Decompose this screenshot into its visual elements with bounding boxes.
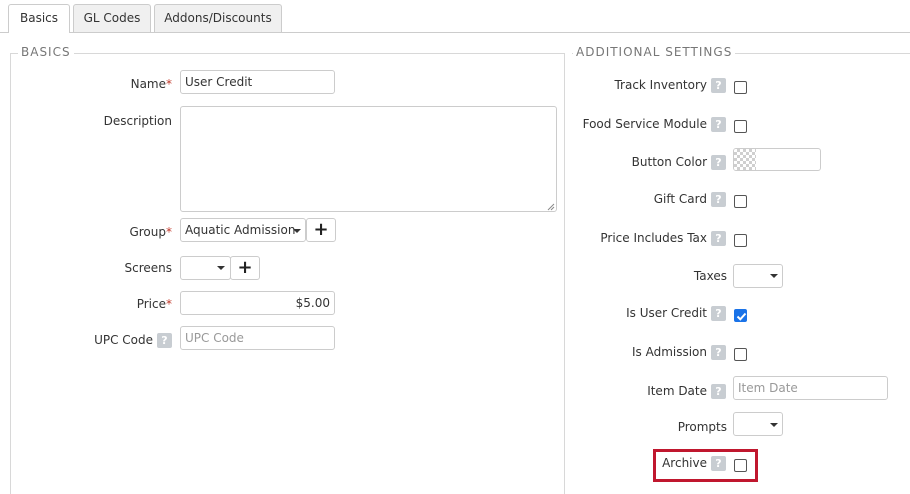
price-includes-tax-label: Price Includes Tax xyxy=(600,231,707,245)
button-color-picker[interactable] xyxy=(733,148,821,171)
is-admission-label: Is Admission xyxy=(631,345,707,359)
plus-icon: + xyxy=(313,219,329,240)
help-icon[interactable]: ? xyxy=(711,231,726,246)
group-label-text: Group xyxy=(129,225,166,239)
tab-bar: Basics GL Codes Addons/Discounts xyxy=(0,0,910,33)
is-user-credit-checkbox[interactable] xyxy=(734,309,747,322)
is-admission-checkbox[interactable] xyxy=(734,348,747,361)
is-user-credit-label: Is User Credit xyxy=(626,306,707,320)
help-icon[interactable]: ? xyxy=(711,456,726,471)
price-input[interactable]: $5.00 xyxy=(180,291,335,315)
chevron-down-icon xyxy=(770,274,778,278)
price-label-text: Price xyxy=(136,297,166,311)
help-icon[interactable]: ? xyxy=(711,155,726,170)
basics-border-right xyxy=(564,53,565,494)
add-group-button[interactable]: + xyxy=(306,218,336,242)
required-mark: * xyxy=(166,225,172,239)
name-input[interactable]: User Credit xyxy=(180,70,335,94)
name-label: Name* xyxy=(60,77,172,91)
tab-basics[interactable]: Basics xyxy=(8,4,70,33)
item-date-input[interactable]: Item Date xyxy=(733,376,888,400)
checkmark-icon xyxy=(736,312,747,321)
tab-addons-discounts[interactable]: Addons/Discounts xyxy=(154,4,282,32)
basics-border-top xyxy=(10,53,564,54)
basics-border-left xyxy=(10,53,11,494)
archive-label: Archive xyxy=(662,456,707,470)
required-mark: * xyxy=(166,297,172,311)
price-includes-tax-checkbox[interactable] xyxy=(734,234,747,247)
button-color-label: Button Color xyxy=(631,155,707,169)
color-swatch-transparent xyxy=(734,149,756,170)
add-screen-button[interactable]: + xyxy=(230,256,260,280)
food-service-module-checkbox[interactable] xyxy=(734,120,747,133)
help-icon[interactable]: ? xyxy=(711,306,726,321)
basics-legend: BASICS xyxy=(18,45,74,59)
additional-settings-legend: ADDITIONAL SETTINGS xyxy=(573,45,736,59)
help-icon[interactable]: ? xyxy=(711,192,726,207)
chevron-down-icon xyxy=(217,266,225,270)
tab-divider xyxy=(0,32,910,33)
upc-code-input[interactable]: UPC Code xyxy=(180,326,335,350)
description-label: Description xyxy=(103,114,172,128)
upc-code-label: UPC Code xyxy=(94,333,153,347)
chevron-down-icon xyxy=(293,229,301,233)
price-label: Price* xyxy=(60,297,172,311)
group-label: Group* xyxy=(60,225,172,239)
required-mark: * xyxy=(166,77,172,91)
tab-gl-codes[interactable]: GL Codes xyxy=(73,4,151,32)
plus-icon: + xyxy=(237,257,253,278)
name-label-text: Name xyxy=(130,77,166,91)
gift-card-label: Gift Card xyxy=(653,192,707,206)
help-icon[interactable]: ? xyxy=(157,333,172,348)
gift-card-checkbox[interactable] xyxy=(734,195,747,208)
item-date-label: Item Date xyxy=(647,384,707,398)
food-service-module-label: Food Service Module xyxy=(582,117,707,131)
track-inventory-checkbox[interactable] xyxy=(734,81,747,94)
group-select[interactable]: Aquatic Admission xyxy=(180,218,306,242)
screens-label: Screens xyxy=(124,261,172,275)
help-icon[interactable]: ? xyxy=(711,117,726,132)
taxes-label: Taxes xyxy=(693,269,727,283)
help-icon[interactable]: ? xyxy=(711,78,726,93)
resize-handle-icon[interactable] xyxy=(547,203,555,211)
track-inventory-label: Track Inventory xyxy=(614,78,707,92)
help-icon[interactable]: ? xyxy=(711,345,726,360)
archive-checkbox[interactable] xyxy=(734,459,747,472)
chevron-down-icon xyxy=(770,423,778,427)
prompts-label: Prompts xyxy=(677,420,727,434)
description-textarea[interactable] xyxy=(180,106,557,212)
help-icon[interactable]: ? xyxy=(711,384,726,399)
group-select-value: Aquatic Admission xyxy=(185,223,296,237)
